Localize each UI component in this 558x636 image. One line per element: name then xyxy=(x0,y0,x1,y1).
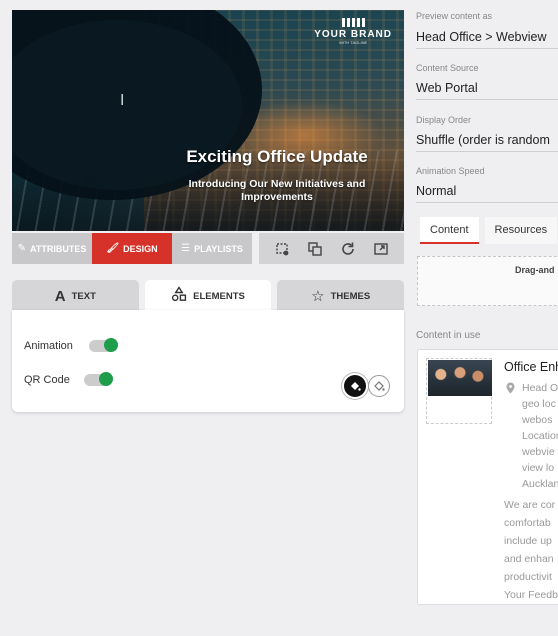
toggle-knob xyxy=(103,338,118,352)
drop-zone[interactable]: Drag-and xyxy=(417,256,558,306)
description-line: include up xyxy=(504,535,552,547)
display-order-label: Display Order xyxy=(416,115,472,125)
preview-as-select[interactable]: Head Office > Webview xyxy=(416,30,558,49)
drop-zone-text: Drag-and xyxy=(515,265,555,275)
elements-panel: Animation QR Code xyxy=(12,310,404,412)
location-line: webos xyxy=(522,414,553,426)
crop-icon[interactable] xyxy=(271,238,293,260)
preview-title: Exciting Office Update xyxy=(186,147,368,166)
brush-icon: 🖌 xyxy=(106,243,120,254)
text-cursor-icon: I xyxy=(120,92,125,109)
settings-column: Preview content as Head Office > Webview… xyxy=(416,0,558,636)
description-line: and enhan xyxy=(504,553,554,565)
display-order-select[interactable]: Shuffle (order is random xyxy=(416,133,558,152)
brand-logo-icon xyxy=(314,18,392,27)
tab-elements-label: ELEMENTS xyxy=(193,290,245,302)
text-icon: A xyxy=(54,287,66,305)
refresh-icon[interactable] xyxy=(337,238,359,260)
content-source-select[interactable]: Web Portal xyxy=(416,81,558,100)
attributes-label: ATTRIBUTES xyxy=(30,243,87,254)
location-line: view lo xyxy=(522,462,555,474)
thumbnail-image xyxy=(428,360,492,396)
edit-icon: ✎ xyxy=(17,243,27,254)
location-line: Aucklan xyxy=(522,478,558,490)
content-card[interactable]: Office Enh Head O geo loc webos Location… xyxy=(417,349,558,605)
content-source-label: Content Source xyxy=(416,63,479,73)
animation-row: Animation xyxy=(24,338,118,352)
toggle-knob xyxy=(98,372,113,386)
description-line: Your Feedb xyxy=(504,589,558,601)
content-preview[interactable]: I YOUR BRAND WITH TAGLINE Exciting Offic… xyxy=(12,10,404,231)
content-thumbnail xyxy=(426,358,492,424)
animation-speed-select[interactable]: Normal xyxy=(416,184,558,203)
description-line: comfortab xyxy=(504,517,551,529)
location-line: Head O xyxy=(522,382,558,394)
brand-name: YOUR BRAND xyxy=(314,29,392,40)
tab-text-label: TEXT xyxy=(71,290,96,302)
location-pin-icon xyxy=(506,382,515,397)
design-tabs: A TEXT ELEMENTS ☆ THEMES xyxy=(12,280,405,312)
fullscreen-icon[interactable] xyxy=(370,238,392,260)
animation-speed-label: Animation Speed xyxy=(416,166,485,176)
paint-bucket-light-icon[interactable] xyxy=(368,375,390,397)
preview-subtitle: Introducing Our New Initiatives and Impr… xyxy=(188,178,366,203)
description-line: We are cor xyxy=(504,499,556,511)
mode-bar: ✎ ATTRIBUTES 🖌 DESIGN ☰ PLAYLISTS xyxy=(12,233,252,264)
animation-label: Animation xyxy=(24,340,73,352)
animation-toggle[interactable] xyxy=(88,338,118,352)
tab-elements[interactable]: ELEMENTS xyxy=(144,280,272,312)
paint-bucket-dark-icon[interactable] xyxy=(344,375,366,397)
preview-toolbar xyxy=(259,233,404,264)
tab-text[interactable]: A TEXT xyxy=(12,280,139,312)
star-icon: ☆ xyxy=(311,288,325,305)
content-in-use-label: Content in use xyxy=(416,330,481,341)
design-button[interactable]: 🖌 DESIGN xyxy=(92,233,172,264)
qr-code-toggle[interactable] xyxy=(83,372,113,386)
location-line: webvie xyxy=(522,446,555,458)
shapes-icon xyxy=(171,286,187,306)
preview-as-label: Preview content as xyxy=(416,11,493,21)
playlists-button[interactable]: ☰ PLAYLISTS xyxy=(172,233,252,264)
description-line: productivit xyxy=(504,571,552,583)
tab-content[interactable]: Content xyxy=(420,217,479,244)
list-icon: ☰ xyxy=(181,243,191,254)
content-tabs: Content Resources xyxy=(420,217,558,244)
location-line: geo loc xyxy=(522,398,556,410)
tab-resources[interactable]: Resources xyxy=(484,217,558,244)
tab-themes[interactable]: ☆ THEMES xyxy=(277,280,405,312)
design-label: DESIGN xyxy=(123,243,158,254)
qr-code-label: QR Code xyxy=(24,374,70,386)
playlists-label: PLAYLISTS xyxy=(194,243,243,254)
attributes-button[interactable]: ✎ ATTRIBUTES xyxy=(12,233,92,264)
brand-tagline: WITH TAGLINE xyxy=(339,40,368,45)
location-line: Location xyxy=(522,430,558,442)
copy-icon[interactable] xyxy=(304,238,326,260)
qr-code-row: QR Code xyxy=(24,372,113,386)
content-title: Office Enh xyxy=(504,360,558,374)
tab-themes-label: THEMES xyxy=(330,290,371,302)
brand-logo: YOUR BRAND WITH TAGLINE xyxy=(314,18,392,45)
